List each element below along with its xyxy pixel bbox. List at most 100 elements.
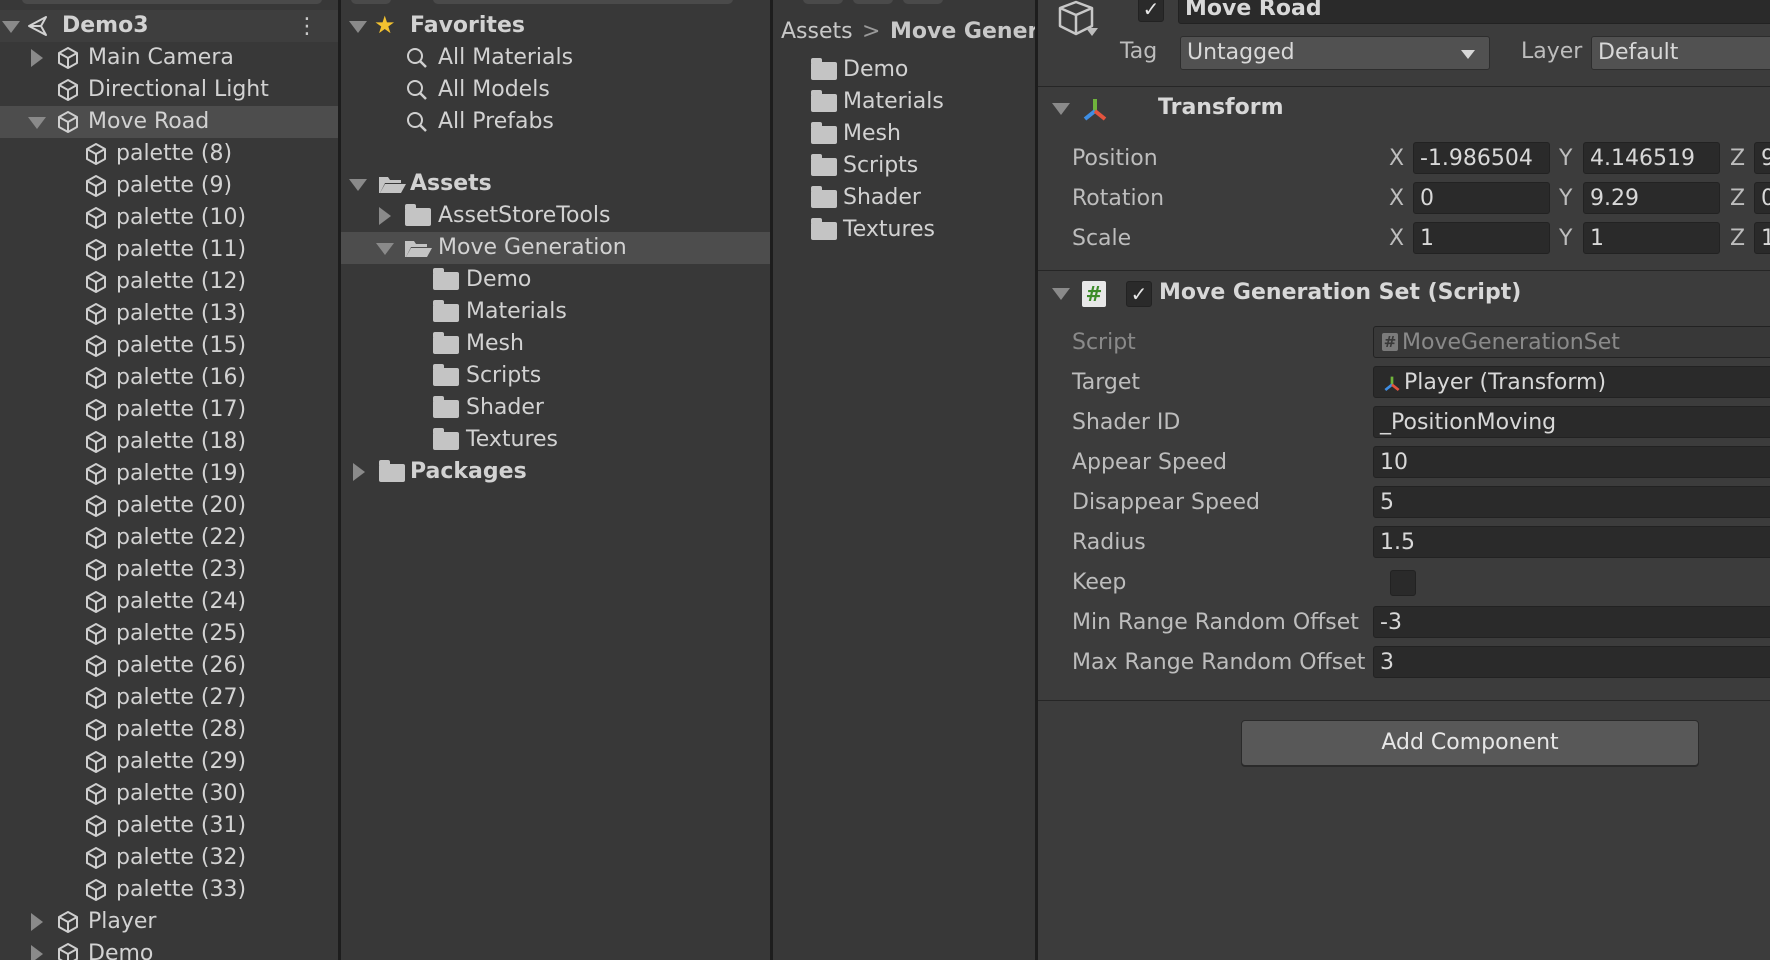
grid-toolbar-btn[interactable] xyxy=(803,0,843,4)
favorite-search-item[interactable]: All Models xyxy=(341,74,770,106)
subfolder-item[interactable]: Textures xyxy=(341,424,770,456)
breadcrumb-assets[interactable]: Assets xyxy=(781,15,853,49)
hierarchy-item[interactable]: palette (13) xyxy=(0,298,338,330)
collapse-arrow-icon[interactable] xyxy=(1052,103,1070,115)
hierarchy-item[interactable]: palette (25) xyxy=(0,618,338,650)
hierarchy-item[interactable]: palette (20) xyxy=(0,490,338,522)
expand-arrow-icon[interactable] xyxy=(31,913,43,931)
asset-folder-item[interactable]: Textures xyxy=(773,214,1035,246)
icon-dropdown-icon[interactable] xyxy=(1086,28,1098,36)
axis-z-label[interactable]: Z xyxy=(1730,146,1745,171)
script-component-header[interactable]: # ✓ Move Generation Set (Script) xyxy=(1038,270,1770,317)
hierarchy-item[interactable]: palette (31) xyxy=(0,810,338,842)
hierarchy-item[interactable]: Main Camera xyxy=(0,42,338,74)
hierarchy-item[interactable]: palette (22) xyxy=(0,522,338,554)
subfolder-item[interactable]: Demo xyxy=(341,264,770,296)
transform-z-input[interactable]: 1 xyxy=(1754,222,1770,254)
expand-arrow-icon[interactable] xyxy=(379,207,391,225)
hierarchy-item[interactable]: palette (11) xyxy=(0,234,338,266)
project-search-bar[interactable] xyxy=(433,0,733,4)
hierarchy-item[interactable]: palette (15) xyxy=(0,330,338,362)
hierarchy-item[interactable]: palette (27) xyxy=(0,682,338,714)
hierarchy-item[interactable]: palette (28) xyxy=(0,714,338,746)
expand-arrow-icon[interactable] xyxy=(31,49,43,67)
collapse-arrow-icon[interactable] xyxy=(1052,288,1070,300)
grid-toolbar-btn[interactable] xyxy=(853,0,893,4)
favorite-search-item[interactable]: All Materials xyxy=(341,42,770,74)
transform-z-input[interactable]: 9 xyxy=(1754,142,1770,174)
axis-z-label[interactable]: Z xyxy=(1730,186,1745,211)
axis-y-label[interactable]: Y xyxy=(1559,146,1572,171)
hierarchy-item[interactable]: Player xyxy=(0,906,338,938)
collapse-arrow-icon[interactable] xyxy=(349,179,367,191)
hierarchy-item[interactable]: palette (33) xyxy=(0,874,338,906)
shader-id-input[interactable]: _PositionMoving xyxy=(1373,406,1770,438)
transform-x-input[interactable]: 1 xyxy=(1413,222,1550,254)
max-range-input[interactable]: 3 xyxy=(1373,646,1770,678)
axis-x-label[interactable]: X xyxy=(1389,186,1404,211)
hierarchy-item[interactable]: palette (23) xyxy=(0,554,338,586)
collapse-arrow-icon[interactable] xyxy=(349,21,367,33)
hierarchy-item[interactable]: palette (19) xyxy=(0,458,338,490)
collapse-arrow-icon[interactable] xyxy=(376,243,394,255)
packages-header[interactable]: Packages xyxy=(341,456,770,488)
keep-checkbox[interactable] xyxy=(1390,570,1416,596)
asset-folder-item[interactable]: Mesh xyxy=(773,118,1035,150)
more-options-icon[interactable]: ⋮ xyxy=(296,16,318,38)
favorites-header[interactable]: ★ Favorites xyxy=(341,10,770,42)
asset-folder-item[interactable]: Shader xyxy=(773,182,1035,214)
transform-y-input[interactable]: 4.146519 xyxy=(1583,142,1720,174)
axis-x-label[interactable]: X xyxy=(1389,226,1404,251)
grid-toolbar-btn[interactable] xyxy=(903,0,943,4)
component-enabled-toggle[interactable]: ✓ xyxy=(1126,281,1152,307)
transform-x-input[interactable]: 0 xyxy=(1413,182,1550,214)
hierarchy-item[interactable]: palette (10) xyxy=(0,202,338,234)
collapse-arrow-icon[interactable] xyxy=(2,21,20,33)
asset-folder-item[interactable]: Materials xyxy=(773,86,1035,118)
hierarchy-item[interactable]: palette (30) xyxy=(0,778,338,810)
expand-arrow-icon[interactable] xyxy=(31,945,43,960)
appear-speed-input[interactable]: 10 xyxy=(1373,446,1770,478)
hierarchy-item[interactable]: Directional Light xyxy=(0,74,338,106)
collapse-arrow-icon[interactable] xyxy=(28,117,46,129)
hierarchy-item[interactable]: palette (24) xyxy=(0,586,338,618)
hierarchy-item[interactable]: palette (16) xyxy=(0,362,338,394)
transform-z-input[interactable]: 0 xyxy=(1754,182,1770,214)
hierarchy-item[interactable]: Demo xyxy=(0,938,338,960)
hierarchy-item[interactable]: palette (18) xyxy=(0,426,338,458)
axis-x-label[interactable]: X xyxy=(1389,146,1404,171)
axis-y-label[interactable]: Y xyxy=(1559,226,1572,251)
transform-y-input[interactable]: 1 xyxy=(1583,222,1720,254)
folder-assetstoretools[interactable]: AssetStoreTools xyxy=(341,200,770,232)
disappear-speed-input[interactable]: 5 xyxy=(1373,486,1770,518)
subfolder-item[interactable]: Mesh xyxy=(341,328,770,360)
transform-header[interactable]: Transform xyxy=(1038,86,1770,131)
axis-z-label[interactable]: Z xyxy=(1730,226,1745,251)
layer-dropdown[interactable]: Default xyxy=(1591,36,1770,70)
axis-y-label[interactable]: Y xyxy=(1559,186,1572,211)
breadcrumb-current[interactable]: Move Genera xyxy=(890,15,1035,49)
object-name-field[interactable]: Move Road xyxy=(1178,0,1770,24)
assets-header[interactable]: Assets xyxy=(341,168,770,200)
subfolder-item[interactable]: Scripts xyxy=(341,360,770,392)
hierarchy-item[interactable]: Move Road xyxy=(0,106,338,138)
target-object-field[interactable]: Player (Transform) xyxy=(1373,366,1770,398)
subfolder-item[interactable]: Shader xyxy=(341,392,770,424)
folder-move-generation[interactable]: Move Generation xyxy=(341,232,770,264)
transform-y-input[interactable]: 9.29 xyxy=(1583,182,1720,214)
asset-folder-item[interactable]: Scripts xyxy=(773,150,1035,182)
hierarchy-item[interactable]: palette (8) xyxy=(0,138,338,170)
tag-dropdown[interactable]: Untagged xyxy=(1180,36,1490,70)
hierarchy-item[interactable]: palette (26) xyxy=(0,650,338,682)
active-toggle[interactable]: ✓ xyxy=(1138,0,1164,22)
hierarchy-item[interactable]: palette (29) xyxy=(0,746,338,778)
hierarchy-item[interactable]: palette (32) xyxy=(0,842,338,874)
favorite-search-item[interactable]: All Prefabs xyxy=(341,106,770,138)
add-component-button[interactable]: Add Component xyxy=(1241,720,1699,766)
subfolder-item[interactable]: Materials xyxy=(341,296,770,328)
min-range-input[interactable]: -3 xyxy=(1373,606,1770,638)
transform-x-input[interactable]: -1.986504 xyxy=(1413,142,1550,174)
hierarchy-item[interactable]: palette (9) xyxy=(0,170,338,202)
hierarchy-item[interactable]: palette (17) xyxy=(0,394,338,426)
hierarchy-item[interactable]: palette (12) xyxy=(0,266,338,298)
